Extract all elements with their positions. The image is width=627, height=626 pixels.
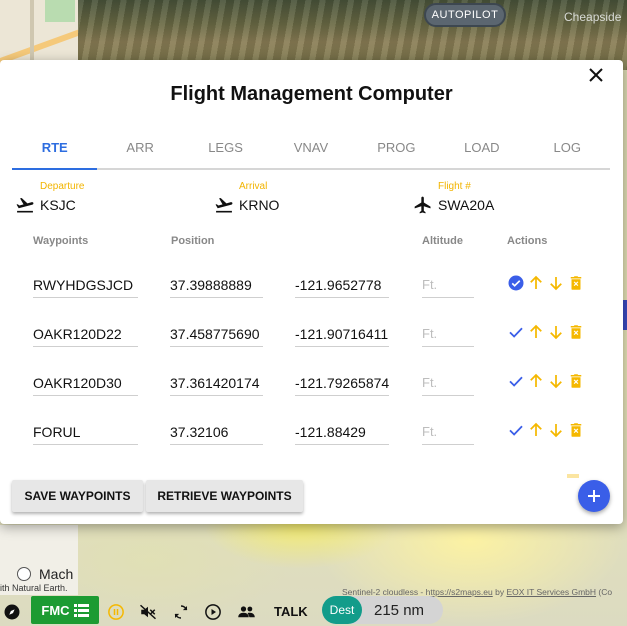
departure-field[interactable]: Departure KSJC [13,181,193,217]
list-icon [73,603,89,617]
airplane-icon [414,196,431,214]
waypoint-name-input[interactable]: OAKR120D22 [33,320,138,347]
retrieve-waypoints-button[interactable]: RETRIEVE WAYPOINTS [146,480,303,512]
tab-load[interactable]: LOAD [439,128,524,168]
mach-toggle[interactable]: Mach [17,566,73,582]
scroll-hint [567,474,579,478]
arrow-up-icon[interactable] [527,372,545,390]
waypoint-row: OAKR120D22 37.458775690 -121.90716411 Ft… [0,320,623,360]
flight-number-field[interactable]: Flight # SWA20A [411,181,611,217]
departure-value[interactable]: KSJC [40,197,76,213]
dest-badge: Dest [322,596,362,624]
arrow-up-icon[interactable] [527,421,545,439]
check-icon[interactable] [507,372,525,390]
waypoint-name-input[interactable]: OAKR120D30 [33,369,138,396]
autopilot-button[interactable]: AUTOPILOT [424,3,506,27]
arrow-up-icon[interactable] [527,274,545,292]
delete-icon[interactable] [567,421,585,439]
waypoint-name-input[interactable]: FORUL [33,418,138,445]
map-attribution-left: ith Natural Earth. [0,583,68,593]
waypoint-row: FORUL 37.32106 -121.88429 Ft. [0,418,623,458]
flight-number-value[interactable]: SWA20A [438,197,494,213]
sync-icon[interactable] [172,603,190,621]
bottom-toolbar: FMC TALK Dest 215 nm [0,596,627,626]
waypoint-longitude-input[interactable]: -121.9652778 [295,271,389,298]
delete-icon[interactable] [567,274,585,292]
arrow-down-icon[interactable] [547,421,565,439]
destination-distance[interactable]: Dest 215 nm [322,596,443,624]
fmc-label: FMC [41,602,70,618]
save-waypoints-button[interactable]: SAVE WAYPOINTS [12,480,143,512]
mach-radio[interactable] [17,567,31,581]
arrow-down-icon[interactable] [547,372,565,390]
mute-icon[interactable] [139,603,157,621]
close-button[interactable] [586,65,606,85]
close-icon[interactable] [589,68,603,82]
check-circle-icon[interactable] [507,274,525,292]
tab-vnav[interactable]: VNAV [268,128,353,168]
fmc-tabs: RTE ARR LEGS VNAV PROG LOAD LOG [12,128,610,170]
pause-icon[interactable] [107,603,125,621]
tab-arr[interactable]: ARR [97,128,182,168]
play-icon[interactable] [204,603,222,621]
add-waypoint-button[interactable] [578,480,610,512]
waypoint-altitude-input[interactable]: Ft. [422,320,474,347]
column-header-position: Position [171,235,215,247]
dest-distance-value: 215 nm [374,602,425,619]
flight-number-label: Flight # [438,181,471,192]
tab-log[interactable]: LOG [525,128,610,168]
waypoint-longitude-input[interactable]: -121.88429 [295,418,389,445]
waypoint-name-input[interactable]: RWYHDGSJCD [33,271,138,298]
column-header-actions: Actions [507,235,548,247]
waypoint-row: RWYHDGSJCD 37.39888889 -121.9652778 Ft. [0,271,623,311]
tab-prog[interactable]: PROG [354,128,439,168]
waypoint-altitude-input[interactable]: Ft. [422,271,474,298]
check-icon[interactable] [507,421,525,439]
delete-icon[interactable] [567,323,585,341]
talk-button[interactable]: TALK [274,604,308,619]
tab-legs[interactable]: LEGS [183,128,268,168]
waypoint-longitude-input[interactable]: -121.79265874 [295,369,389,396]
waypoint-latitude-input[interactable]: 37.39888889 [170,271,263,298]
waypoint-latitude-input[interactable]: 37.361420174 [170,369,263,396]
waypoint-altitude-input[interactable]: Ft. [422,418,474,445]
arrival-label: Arrival [239,181,268,192]
waypoint-row: OAKR120D30 37.361420174 -121.79265874 Ft… [0,369,623,409]
delete-icon[interactable] [567,372,585,390]
compass-icon[interactable] [3,603,21,621]
waypoint-latitude-input[interactable]: 37.32106 [170,418,263,445]
arrow-up-icon[interactable] [527,323,545,341]
takeoff-icon [215,197,233,213]
arrival-field[interactable]: Arrival KRNO [212,181,392,217]
waypoint-altitude-input[interactable]: Ft. [422,369,474,396]
column-header-waypoints: Waypoints [33,235,89,247]
arrow-down-icon[interactable] [547,323,565,341]
plus-icon[interactable] [587,489,601,503]
people-icon[interactable] [236,603,257,621]
fmc-dialog: Flight Management Computer RTE ARR LEGS … [0,60,623,524]
waypoint-latitude-input[interactable]: 37.458775690 [170,320,263,347]
departure-label: Departure [40,181,85,192]
mach-label: Mach [39,566,74,582]
arrival-value[interactable]: KRNO [239,197,279,213]
tab-rte[interactable]: RTE [12,128,98,170]
map-place-label: Cheapside [564,10,622,24]
arrow-down-icon[interactable] [547,274,565,292]
fmc-button[interactable]: FMC [31,596,99,624]
takeoff-icon [16,197,34,213]
column-header-altitude: Altitude [422,235,463,247]
waypoint-longitude-input[interactable]: -121.90716411 [295,320,389,347]
dialog-title: Flight Management Computer [170,83,453,105]
check-icon[interactable] [507,323,525,341]
